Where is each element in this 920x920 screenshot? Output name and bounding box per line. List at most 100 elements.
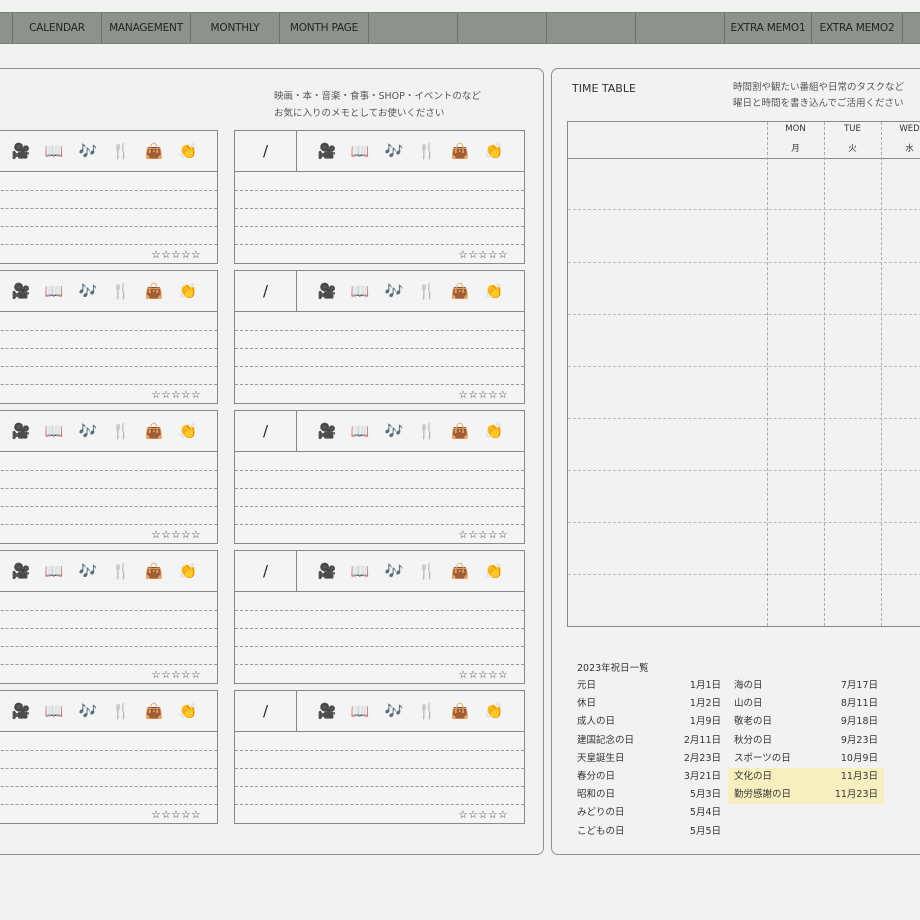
book-icon[interactable]: 📖: [44, 421, 64, 441]
music-note-icon[interactable]: 🎶: [384, 421, 404, 441]
rating-stars[interactable]: ☆☆☆☆☆: [151, 389, 201, 401]
date-field[interactable]: /: [235, 271, 297, 311]
memo-card[interactable]: 🎥 📖 🎶 🍴 👜 👏 ☆☆☆☆☆: [0, 130, 218, 264]
music-note-icon[interactable]: 🎶: [384, 281, 404, 301]
movie-camera-icon[interactable]: 🎥: [11, 141, 31, 161]
movie-camera-icon[interactable]: 🎥: [11, 701, 31, 721]
movie-camera-icon[interactable]: 🎥: [317, 141, 337, 161]
movie-camera-icon[interactable]: 🎥: [317, 421, 337, 441]
memo-card[interactable]: / 🎥 📖 🎶 🍴 👜 👏 ☆☆☆☆☆: [234, 130, 525, 264]
clapping-hands-icon[interactable]: 👏: [484, 421, 504, 441]
date-field[interactable]: /: [235, 411, 297, 451]
movie-camera-icon[interactable]: 🎥: [11, 421, 31, 441]
movie-camera-icon[interactable]: 🎥: [317, 701, 337, 721]
movie-camera-icon[interactable]: 🎥: [11, 281, 31, 301]
book-icon[interactable]: 📖: [44, 561, 64, 581]
handbag-icon[interactable]: 👜: [144, 421, 164, 441]
rating-stars[interactable]: ☆☆☆☆☆: [458, 249, 508, 261]
nav-tab-month-page[interactable]: MONTH PAGE: [279, 13, 368, 43]
book-icon[interactable]: 📖: [44, 281, 64, 301]
fork-knife-icon[interactable]: 🍴: [111, 281, 131, 301]
memo-card[interactable]: 🎥 📖 🎶 🍴 👜 👏 ☆☆☆☆☆: [0, 690, 218, 824]
handbag-icon[interactable]: 👜: [450, 561, 470, 581]
book-icon[interactable]: 📖: [350, 701, 370, 721]
clapping-hands-icon[interactable]: 👏: [178, 701, 198, 721]
fork-knife-icon[interactable]: 🍴: [417, 561, 437, 581]
rating-stars[interactable]: ☆☆☆☆☆: [458, 809, 508, 821]
clapping-hands-icon[interactable]: 👏: [484, 701, 504, 721]
clapping-hands-icon[interactable]: 👏: [178, 281, 198, 301]
nav-tab-management[interactable]: MANAGEMENT: [101, 13, 190, 43]
rating-stars[interactable]: ☆☆☆☆☆: [151, 529, 201, 541]
handbag-icon[interactable]: 👜: [450, 141, 470, 161]
clapping-hands-icon[interactable]: 👏: [484, 561, 504, 581]
handbag-icon[interactable]: 👜: [144, 141, 164, 161]
date-field[interactable]: /: [235, 131, 297, 171]
nav-tab-extra-memo1[interactable]: EXTRA MEMO1: [724, 13, 811, 43]
memo-card[interactable]: 🎥 📖 🎶 🍴 👜 👏 ☆☆☆☆☆: [0, 410, 218, 544]
nav-tab-monthly[interactable]: MONTHLY: [190, 13, 279, 43]
clapping-hands-icon[interactable]: 👏: [484, 281, 504, 301]
music-note-icon[interactable]: 🎶: [384, 561, 404, 581]
music-note-icon[interactable]: 🎶: [78, 421, 98, 441]
movie-camera-icon[interactable]: 🎥: [317, 561, 337, 581]
music-note-icon[interactable]: 🎶: [78, 281, 98, 301]
book-icon[interactable]: 📖: [350, 561, 370, 581]
clapping-hands-icon[interactable]: 👏: [178, 421, 198, 441]
handbag-icon[interactable]: 👜: [450, 421, 470, 441]
movie-camera-icon[interactable]: 🎥: [11, 561, 31, 581]
memo-card[interactable]: / 🎥 📖 🎶 🍴 👜 👏 ☆☆☆☆☆: [234, 690, 525, 824]
nav-tab-extra-memo2[interactable]: EXTRA MEMO2: [811, 13, 902, 43]
handbag-icon[interactable]: 👜: [450, 701, 470, 721]
music-note-icon[interactable]: 🎶: [78, 701, 98, 721]
rating-stars[interactable]: ☆☆☆☆☆: [458, 529, 508, 541]
handbag-icon[interactable]: 👜: [450, 281, 470, 301]
fork-knife-icon[interactable]: 🍴: [417, 141, 437, 161]
memo-card[interactable]: 🎥 📖 🎶 🍴 👜 👏 ☆☆☆☆☆: [0, 270, 218, 404]
fork-knife-icon[interactable]: 🍴: [111, 421, 131, 441]
music-note-icon[interactable]: 🎶: [78, 141, 98, 161]
nav-tab-empty-3[interactable]: [546, 13, 635, 43]
handbag-icon[interactable]: 👜: [144, 561, 164, 581]
timetable-grid[interactable]: MON 月 TUE 火 WED 水: [567, 121, 920, 627]
book-icon[interactable]: 📖: [44, 701, 64, 721]
handbag-icon[interactable]: 👜: [144, 701, 164, 721]
rating-stars[interactable]: ☆☆☆☆☆: [458, 669, 508, 681]
nav-tab-calendar[interactable]: CALENDAR: [12, 13, 101, 43]
nav-tab-empty-1[interactable]: [368, 13, 457, 43]
rating-stars[interactable]: ☆☆☆☆☆: [151, 809, 201, 821]
date-field[interactable]: /: [235, 691, 297, 731]
music-note-icon[interactable]: 🎶: [78, 561, 98, 581]
movie-camera-icon[interactable]: 🎥: [317, 281, 337, 301]
handbag-icon[interactable]: 👜: [144, 281, 164, 301]
holiday-date: 5月5日: [689, 825, 721, 837]
music-note-icon[interactable]: 🎶: [384, 701, 404, 721]
memo-card[interactable]: 🎥 📖 🎶 🍴 👜 👏 ☆☆☆☆☆: [0, 550, 218, 684]
nav-tab-hidden[interactable]: [0, 13, 1, 43]
fork-knife-icon[interactable]: 🍴: [111, 561, 131, 581]
book-icon[interactable]: 📖: [44, 141, 64, 161]
clapping-hands-icon[interactable]: 👏: [178, 561, 198, 581]
book-icon[interactable]: 📖: [350, 421, 370, 441]
memo-card[interactable]: / 🎥 📖 🎶 🍴 👜 👏 ☆☆☆☆☆: [234, 410, 525, 544]
clapping-hands-icon[interactable]: 👏: [178, 141, 198, 161]
fork-knife-icon[interactable]: 🍴: [417, 421, 437, 441]
memo-line: [0, 488, 217, 489]
rating-stars[interactable]: ☆☆☆☆☆: [151, 249, 201, 261]
rating-stars[interactable]: ☆☆☆☆☆: [151, 669, 201, 681]
book-icon[interactable]: 📖: [350, 141, 370, 161]
date-field[interactable]: /: [235, 551, 297, 591]
nav-tab-empty-5[interactable]: [902, 13, 920, 43]
fork-knife-icon[interactable]: 🍴: [417, 701, 437, 721]
book-icon[interactable]: 📖: [350, 281, 370, 301]
nav-tab-empty-4[interactable]: [635, 13, 724, 43]
fork-knife-icon[interactable]: 🍴: [417, 281, 437, 301]
fork-knife-icon[interactable]: 🍴: [111, 701, 131, 721]
fork-knife-icon[interactable]: 🍴: [111, 141, 131, 161]
rating-stars[interactable]: ☆☆☆☆☆: [458, 389, 508, 401]
clapping-hands-icon[interactable]: 👏: [484, 141, 504, 161]
nav-tab-empty-2[interactable]: [457, 13, 546, 43]
memo-card[interactable]: / 🎥 📖 🎶 🍴 👜 👏 ☆☆☆☆☆: [234, 270, 525, 404]
music-note-icon[interactable]: 🎶: [384, 141, 404, 161]
memo-card[interactable]: / 🎥 📖 🎶 🍴 👜 👏 ☆☆☆☆☆: [234, 550, 525, 684]
